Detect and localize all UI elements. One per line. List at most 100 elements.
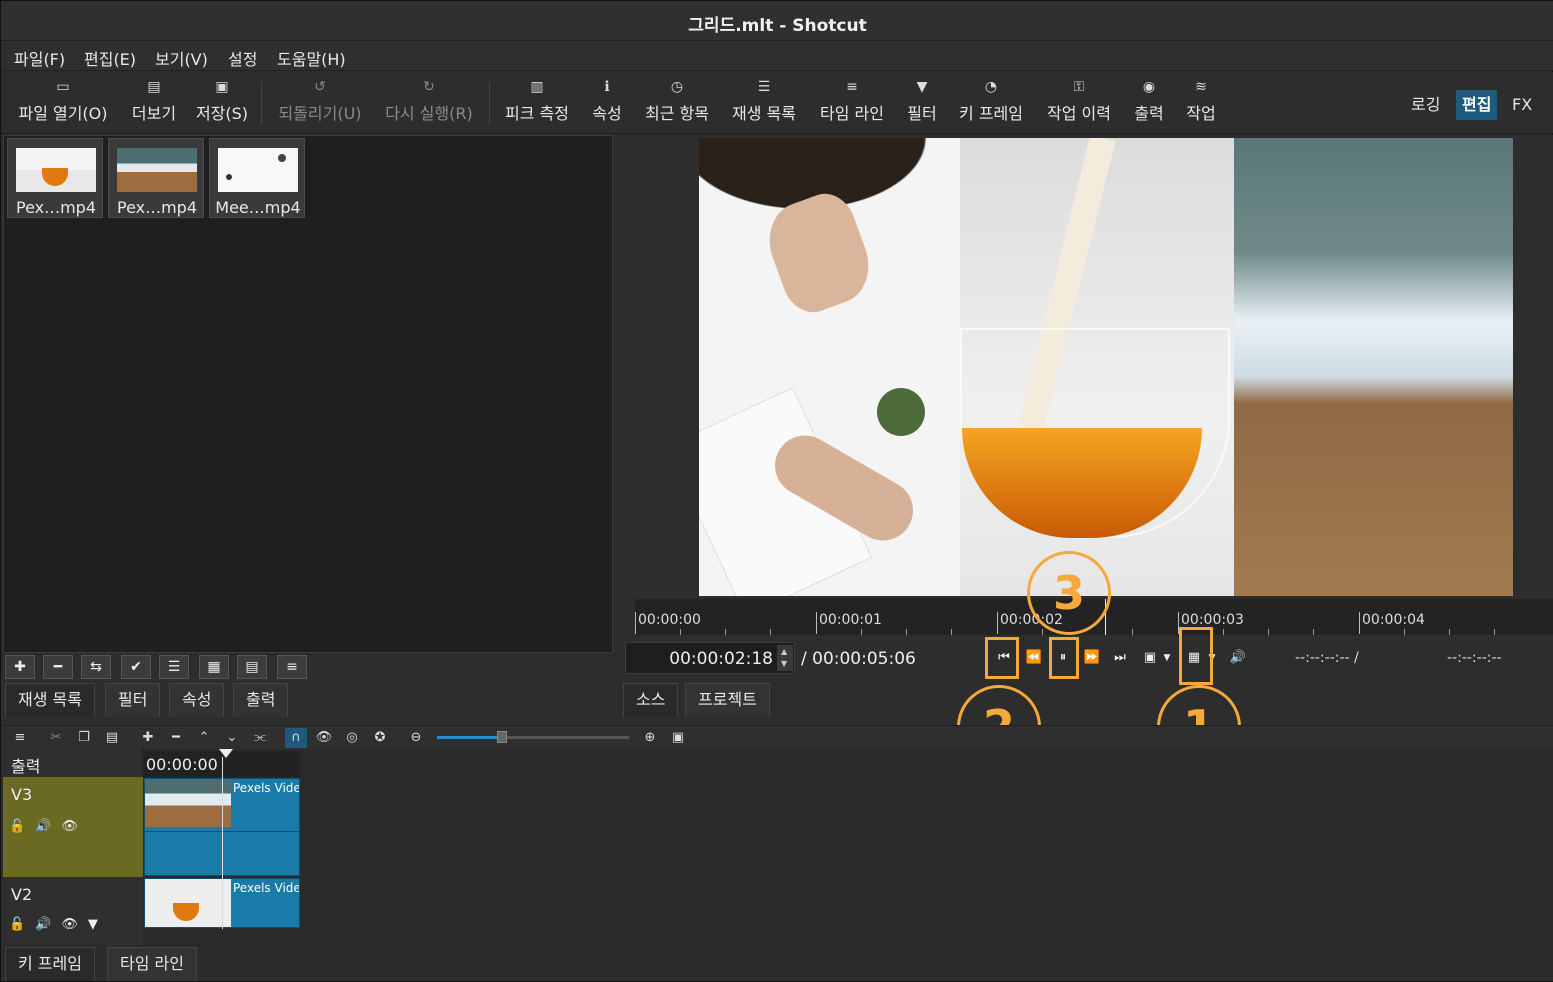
clip-label: Pexels Video	[233, 781, 299, 795]
save-icon: ▣	[215, 79, 229, 95]
cut-icon[interactable]: ✂	[45, 728, 67, 748]
timeline-playhead[interactable]	[222, 757, 223, 929]
save-button[interactable]: ▣ 저장(S)	[193, 72, 251, 132]
toolbar-separator	[261, 82, 262, 124]
rewind-icon[interactable]: ⏪	[1023, 646, 1045, 670]
timeline-icon: ≡	[846, 79, 858, 95]
ruler-label: 00:00:01	[816, 612, 882, 634]
layout-fx[interactable]: FX	[1506, 90, 1538, 120]
undo-button[interactable]: ↺ 되돌리기(U)	[273, 72, 367, 132]
filter-icon[interactable]: ▼	[88, 917, 108, 932]
menu-view[interactable]: 보기(V)	[155, 46, 208, 70]
remove-icon[interactable]: ━	[43, 655, 73, 679]
left-panel-tabs: 재생 목록 필터 속성 출력	[3, 683, 613, 717]
preview-tea	[960, 138, 1234, 596]
playlist-button[interactable]: ☰ 재생 목록	[728, 72, 800, 132]
append-icon[interactable]: ✚	[137, 728, 159, 748]
playlist-item[interactable]: Mee…mp4	[209, 138, 305, 218]
keyframes-button[interactable]: ◔ 키 프레임	[955, 72, 1027, 132]
zoom-slider[interactable]	[437, 731, 629, 743]
grid-view-icon[interactable]: ▦	[199, 655, 229, 679]
track-controls[interactable]: 🔓🔊👁	[9, 819, 88, 834]
split-icon[interactable]: ⫘	[249, 728, 271, 748]
copy-icon[interactable]: ❐	[73, 728, 95, 748]
tab-project[interactable]: 프로젝트	[685, 683, 770, 717]
paste-icon[interactable]: ▤	[101, 728, 123, 748]
mute-icon[interactable]: 🔊	[35, 819, 61, 834]
timeline-ruler-label: 00:00:00	[146, 755, 218, 774]
timeline-button[interactable]: ≡ 타임 라인	[816, 72, 888, 132]
mute-icon[interactable]: 🔊	[35, 917, 61, 932]
zoom-out-icon[interactable]: ⊖	[405, 728, 427, 748]
lock-icon[interactable]: 🔓	[9, 917, 35, 932]
ripple-icon[interactable]: ◎	[341, 728, 363, 748]
chevron-down-icon[interactable]: ▼	[1161, 646, 1173, 670]
menu-edit[interactable]: 편집(E)	[84, 46, 136, 70]
tab-keyframes[interactable]: 키 프레임	[5, 947, 95, 981]
tab-playlist[interactable]: 재생 목록	[5, 683, 95, 717]
overwrite-icon[interactable]: ⌄	[221, 728, 243, 748]
volume-icon[interactable]: 🔊	[1227, 646, 1249, 670]
timecode-spinner[interactable]: ▲ ▼	[777, 645, 793, 671]
layout-logging[interactable]: 로깅	[1405, 90, 1446, 120]
ripple-delete-icon[interactable]: ━	[165, 728, 187, 748]
track-header-v2[interactable]: V2 🔓🔊👁▼	[3, 877, 143, 945]
menu-bar: 파일(F) 편집(E) 보기(V) 설정 도움말(H)	[1, 41, 1553, 71]
menu-file[interactable]: 파일(F)	[14, 46, 65, 70]
detail-view-icon[interactable]: ▤	[237, 655, 267, 679]
ripple-all-icon[interactable]: ✪	[369, 728, 391, 748]
bottom-tabs: 키 프레임 타임 라인	[3, 945, 1553, 981]
tab-filters[interactable]: 필터	[105, 683, 161, 717]
folder-icon: ▭	[56, 79, 70, 95]
layout-editing[interactable]: 편집	[1456, 90, 1498, 120]
check-icon[interactable]: ✔	[121, 655, 151, 679]
redo-icon: ↻	[423, 79, 435, 95]
list-view-icon[interactable]: ☰	[159, 655, 189, 679]
fast-forward-icon[interactable]: ⏩	[1081, 646, 1103, 670]
tab-timeline[interactable]: 타임 라인	[107, 947, 197, 981]
menu-icon[interactable]: ≡	[277, 655, 307, 679]
recent-button[interactable]: ◷ 최근 항목	[641, 72, 713, 132]
export-button[interactable]: ◉ 출력	[1131, 72, 1167, 132]
zoom-fit-timeline-icon[interactable]: ▣	[667, 728, 689, 748]
track-name: V2	[11, 885, 33, 904]
playlist-toolbar: ✚ ━ ⇆ ✔ ☰ ▦ ▤ ≡	[3, 653, 613, 681]
menu-settings[interactable]: 설정	[228, 46, 257, 70]
track-header-v3[interactable]: V3 🔓🔊👁	[3, 777, 143, 877]
skip-to-end-icon[interactable]: ⏭	[1109, 646, 1131, 670]
jobs-button[interactable]: ≋ 작업	[1183, 72, 1219, 132]
peak-meter-button[interactable]: ▥ 피크 측정	[501, 72, 573, 132]
preview-meeting	[699, 138, 960, 596]
tab-export[interactable]: 출력	[233, 683, 289, 717]
zoom-fit-icon[interactable]: ▣	[1139, 646, 1161, 670]
zoom-in-icon[interactable]: ⊕	[639, 728, 661, 748]
highlight-pause	[1049, 637, 1079, 679]
thumbnail-meeting	[218, 148, 298, 192]
filters-button[interactable]: ▼ 필터	[904, 72, 940, 132]
eye-icon[interactable]: 👁	[61, 917, 88, 932]
video-preview	[699, 138, 1513, 596]
zoom-slider-handle[interactable]	[497, 731, 507, 743]
highlight-skip-start	[985, 637, 1019, 679]
history-button[interactable]: ⚿ 작업 이력	[1043, 72, 1115, 132]
open-file-button[interactable]: ▭ 파일 열기(O)	[15, 72, 111, 132]
snap-icon[interactable]: ∩	[285, 728, 307, 748]
tab-source[interactable]: 소스	[623, 683, 679, 717]
track-controls[interactable]: 🔓🔊👁▼	[9, 917, 108, 932]
playlist-item[interactable]: Pex…mp4	[7, 138, 103, 218]
more-button[interactable]: ▤ 더보기	[127, 72, 181, 132]
menu-help[interactable]: 도움말(H)	[277, 46, 346, 70]
eye-icon[interactable]: 👁	[61, 819, 88, 834]
scrub-icon[interactable]: 👁	[313, 728, 335, 748]
ruler-label: 00:00:00	[635, 612, 701, 634]
replace-icon[interactable]: ⇆	[81, 655, 111, 679]
properties-button[interactable]: ℹ 속성	[589, 72, 625, 132]
playlist-item[interactable]: Pex…mp4	[108, 138, 204, 218]
lift-icon[interactable]: ⌃	[193, 728, 215, 748]
lock-icon[interactable]: 🔓	[9, 819, 35, 834]
tab-properties[interactable]: 속성	[169, 683, 225, 717]
add-icon[interactable]: ✚	[5, 655, 35, 679]
redo-button[interactable]: ↻ 다시 실행(R)	[381, 72, 477, 132]
jobs-icon: ≋	[1195, 79, 1207, 95]
timeline-menu-icon[interactable]: ≡	[9, 728, 31, 748]
